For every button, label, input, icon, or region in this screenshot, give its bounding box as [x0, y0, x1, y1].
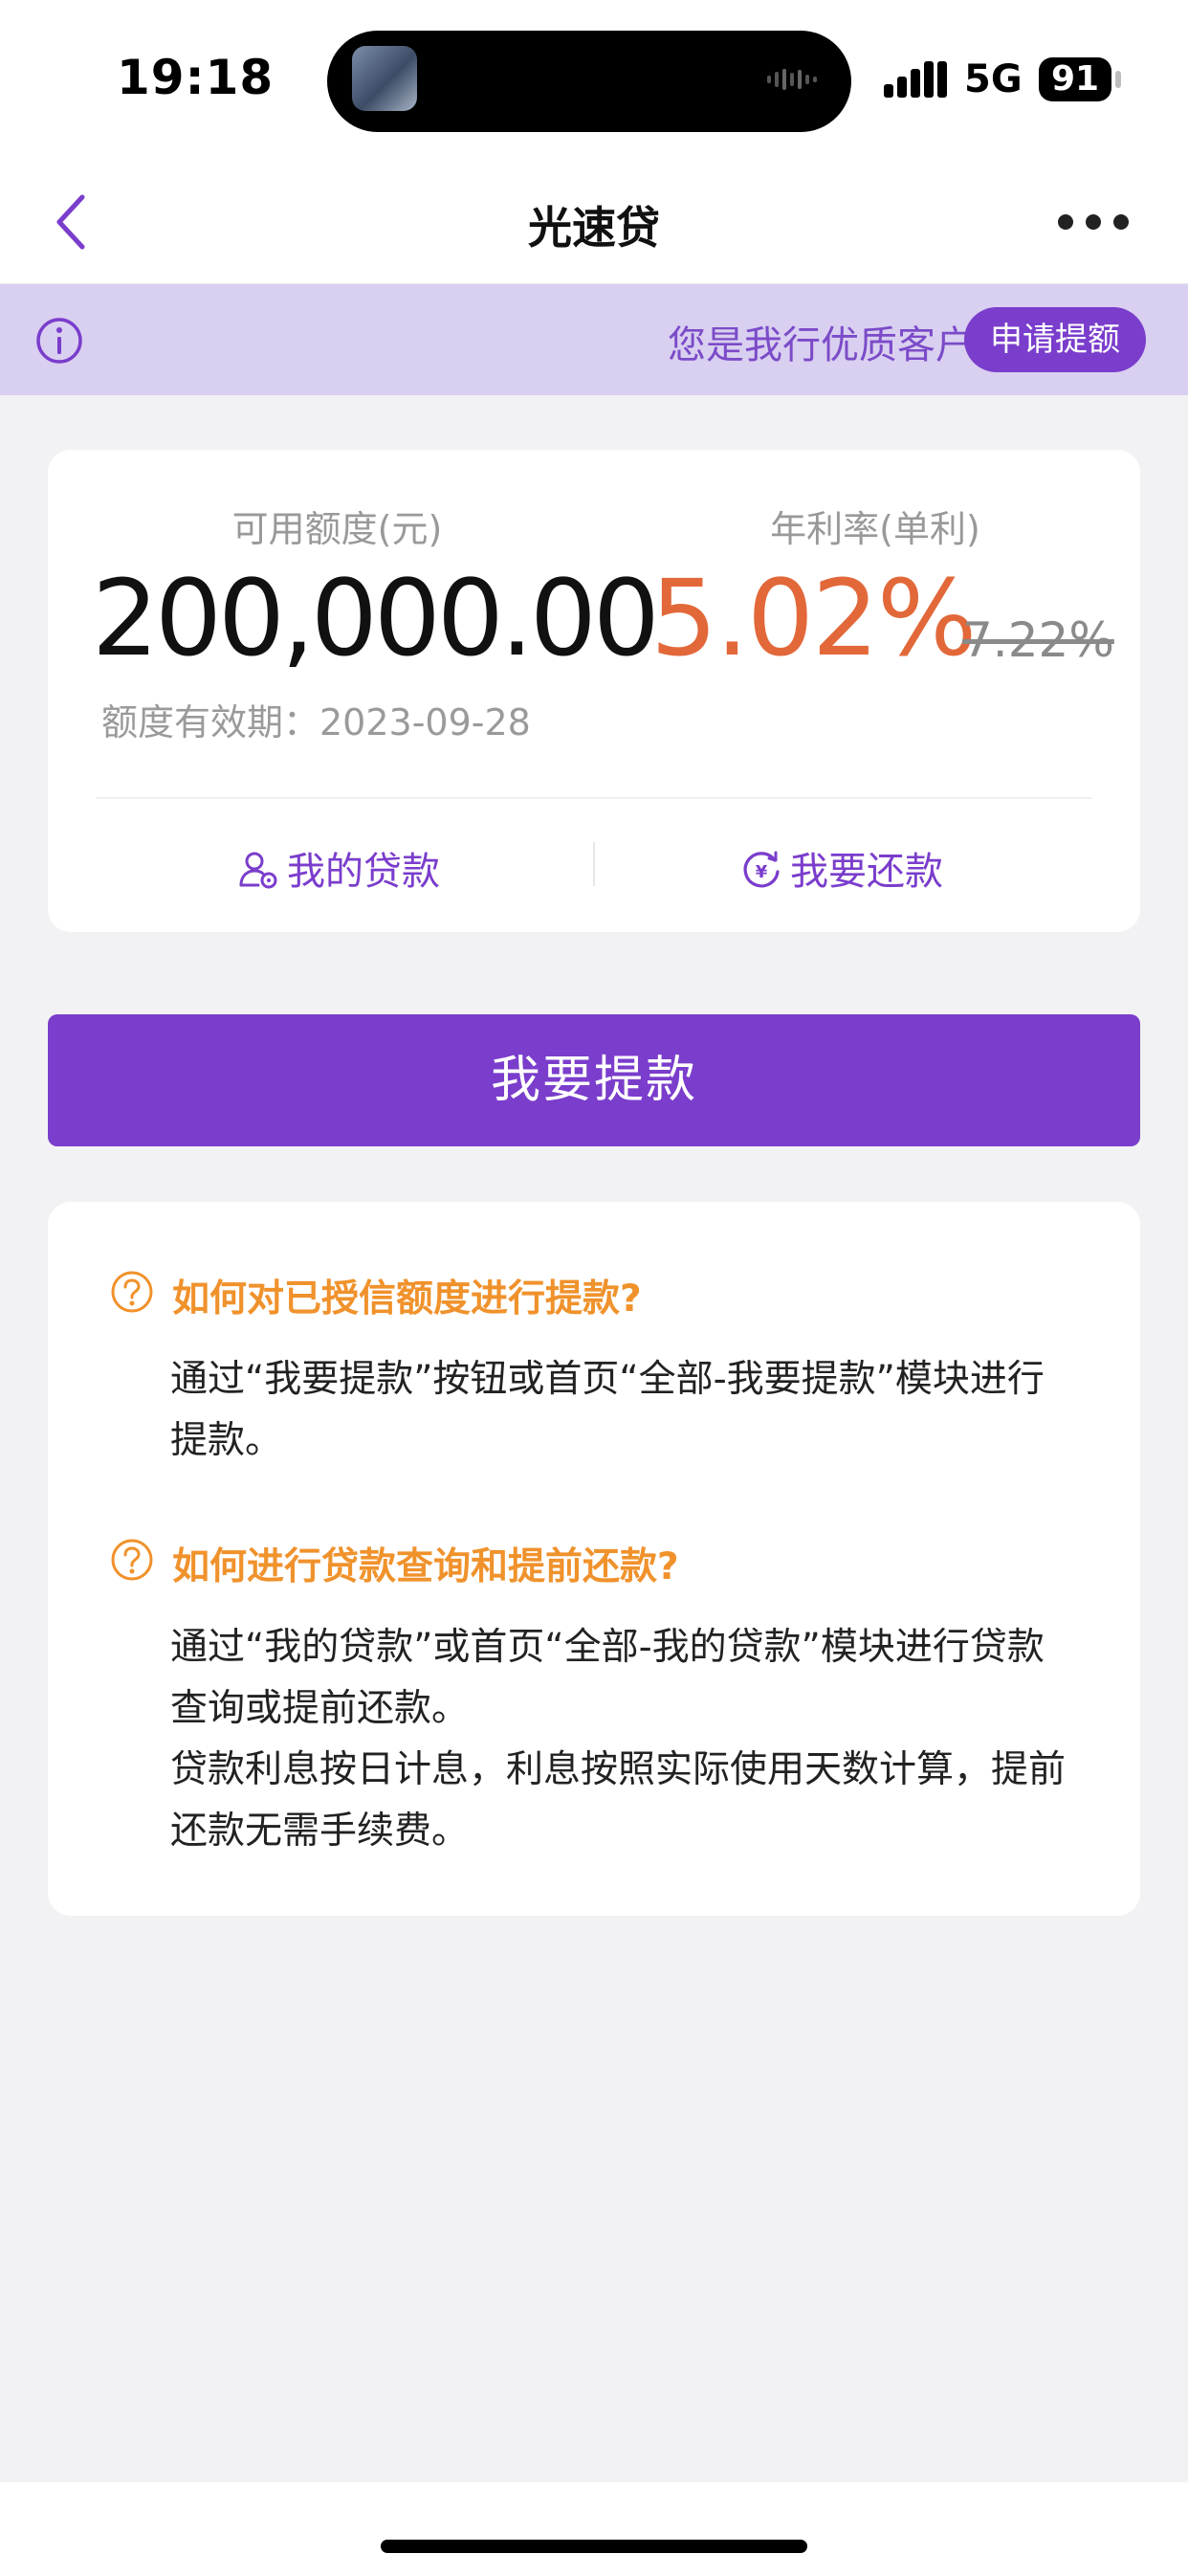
- svg-text:¥: ¥: [756, 862, 768, 882]
- faq-answer-2: 通过“我的贷款”或首页“全部-我的贷款”模块进行贷款 查询或提前还款。 贷款利息…: [170, 1617, 1111, 1862]
- home-indicator[interactable]: [381, 2540, 807, 2553]
- info-icon: [36, 318, 82, 364]
- faq-answer-2-line-4: 还款无需手续费。: [170, 1810, 470, 1853]
- battery-cap: [1115, 71, 1121, 88]
- question-icon: [111, 1539, 153, 1581]
- my-loans-label: 我的贷款: [287, 850, 440, 894]
- audio-wave-icon: [767, 69, 817, 90]
- faq-answer-1-line-1: 通过“我要提款”按钮或首页“全部-我要提款”模块进行: [170, 1358, 1045, 1401]
- user-loan-icon: [239, 852, 277, 889]
- bottom-bar: [0, 2482, 1188, 2576]
- banner-text: 您是我行优质客户: [668, 323, 974, 367]
- withdraw-button[interactable]: 我要提款: [48, 1014, 1140, 1146]
- my-loans-link[interactable]: 我的贷款: [237, 840, 440, 894]
- faq-answer-2-line-1: 通过“我的贷款”或首页“全部-我的贷款”模块进行贷款: [170, 1626, 1045, 1669]
- faq-answer-2-line-2: 查询或提前还款。: [170, 1687, 470, 1730]
- faq-question-2: 如何进行贷款查询和提前还款?: [172, 1545, 679, 1588]
- annual-rate-label: 年利率(单利): [770, 508, 980, 550]
- link-divider: [593, 842, 595, 886]
- battery-level: 91: [1050, 59, 1100, 99]
- more-dots-icon[interactable]: [1056, 211, 1131, 233]
- quota-validity: 额度有效期：2023-09-28: [101, 701, 531, 744]
- repay-label: 我要还款: [790, 850, 943, 894]
- faq-question-1: 如何对已授信额度进行提款?: [172, 1277, 642, 1321]
- page-title: 光速贷: [528, 202, 660, 254]
- question-icon: [111, 1271, 153, 1313]
- card-divider: [96, 797, 1092, 799]
- faq-answer-2-line-3: 贷款利息按日计息，利息按照实际使用天数计算，提前: [170, 1748, 1067, 1791]
- available-quota-amount: 200,000.00: [92, 557, 660, 679]
- yuan-refresh-icon: ¥: [743, 851, 780, 888]
- network-type: 5G: [964, 57, 1023, 101]
- status-time: 19:18: [117, 50, 275, 105]
- faq-answer-1-line-2: 提款。: [170, 1419, 283, 1462]
- apply-increase-button[interactable]: 申请提额: [964, 307, 1146, 372]
- annual-rate: 5.02%: [650, 557, 977, 679]
- signal-icon: [884, 61, 947, 98]
- faq-answer-1: 通过“我要提款”按钮或首页“全部-我要提款”模块进行 提款。: [170, 1349, 1111, 1472]
- original-rate: 7.22%: [962, 612, 1114, 668]
- now-playing-artwork: [352, 46, 417, 111]
- repay-link[interactable]: ¥ 我要还款: [740, 840, 943, 894]
- available-quota-label: 可用额度(元): [231, 508, 443, 550]
